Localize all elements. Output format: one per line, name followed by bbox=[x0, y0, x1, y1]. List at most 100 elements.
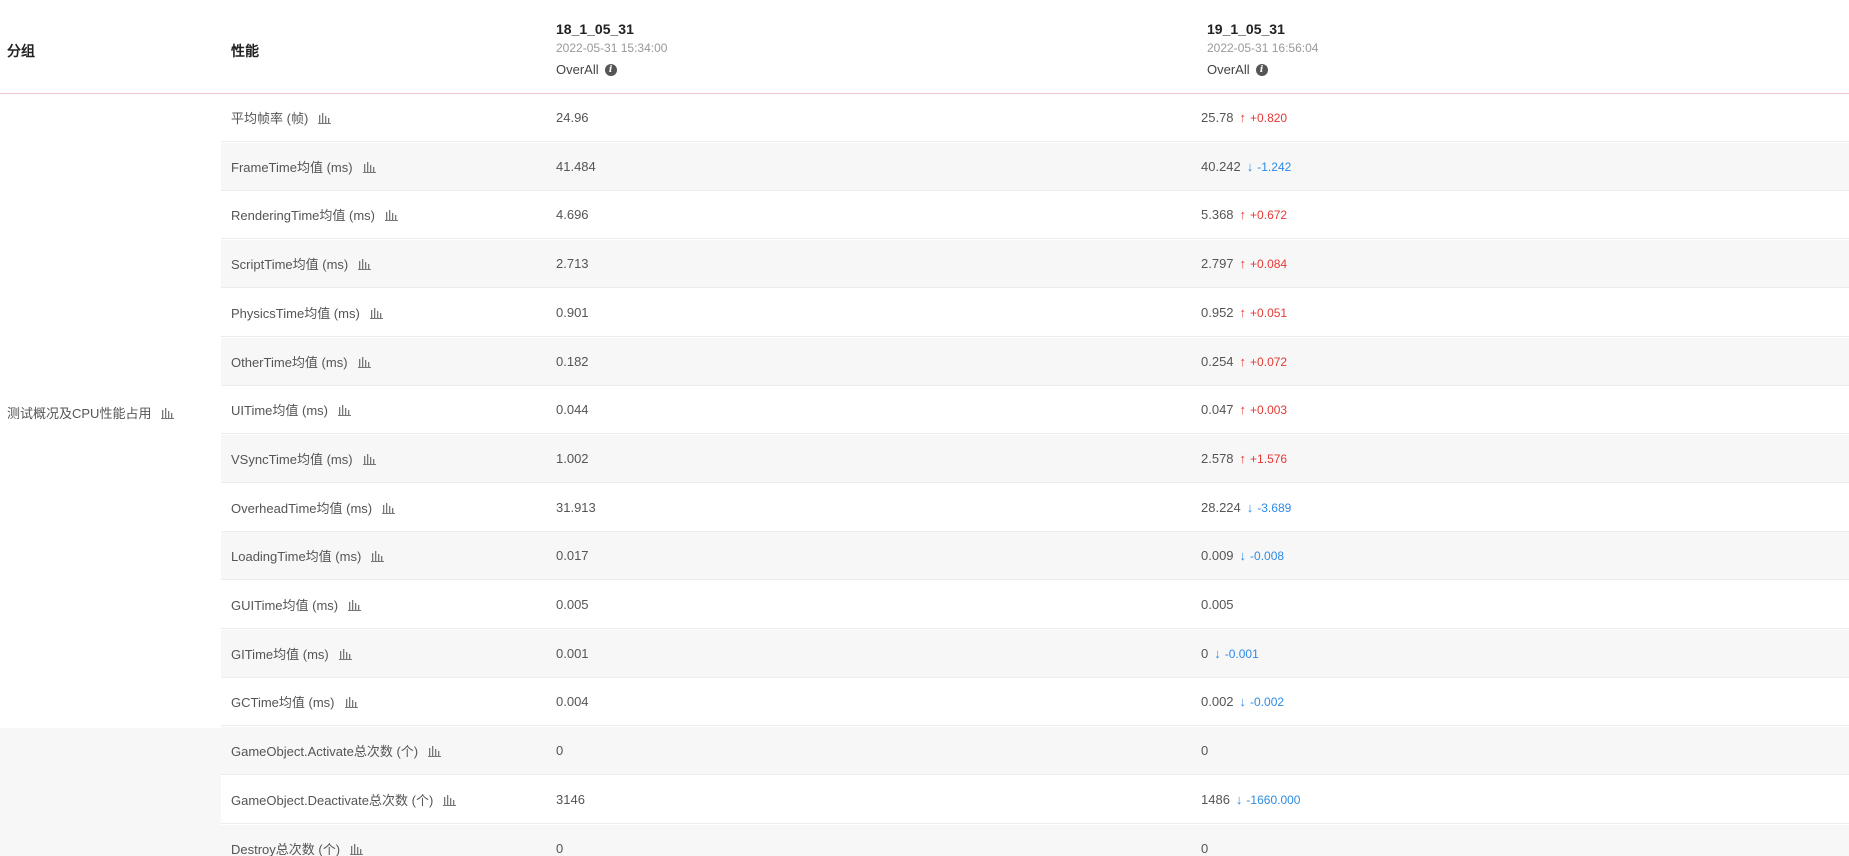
bar-chart-icon[interactable] bbox=[357, 356, 371, 368]
bar-chart-icon[interactable] bbox=[385, 209, 398, 221]
bar-chart-icon[interactable] bbox=[318, 112, 332, 124]
metric-name: GameObject.Deactivate总次数 (个) bbox=[231, 790, 457, 809]
delta-decrease: ↓ -0.008 bbox=[1240, 548, 1285, 563]
run-b-value-text: 0.952 bbox=[1201, 305, 1234, 320]
bar-chart-icon[interactable] bbox=[369, 307, 383, 319]
metric-name: VSyncTime均值 (ms) bbox=[231, 449, 376, 468]
arrow-down-icon: ↓ bbox=[1239, 548, 1247, 563]
delta-value: +0.003 bbox=[1250, 402, 1288, 417]
delta-value: -0.002 bbox=[1250, 694, 1285, 709]
run-b-header: 19_1_05_31 2022-05-31 16:56:04 OverAll i bbox=[1207, 20, 1318, 79]
delta-decrease: ↓ -1660.000 bbox=[1236, 792, 1301, 807]
metric-name: RenderingTime均值 (ms) bbox=[231, 205, 398, 224]
run-b-value: 25.78 ↑ +0.820 bbox=[1201, 110, 1287, 125]
run-b-value-text: 0.254 bbox=[1201, 354, 1234, 369]
table-row: OtherTime均值 (ms) 0.182 0.254 ↑ +0.072 bbox=[221, 338, 1849, 386]
run-a-name: 18_1_05_31 bbox=[556, 21, 634, 37]
run-b-value-text: 1486 bbox=[1201, 792, 1230, 807]
group-cell-gameobject bbox=[0, 728, 221, 856]
metric-name: OverheadTime均值 (ms) bbox=[231, 498, 396, 517]
run-b-value-text: 5.368 bbox=[1201, 207, 1234, 222]
run-b-value: 0 bbox=[1201, 841, 1208, 856]
bar-chart-icon[interactable] bbox=[362, 453, 376, 465]
run-a-value: 0.901 bbox=[556, 305, 589, 320]
bar-chart-icon[interactable] bbox=[350, 843, 364, 855]
group-cell-cpu: 测试概况及CPU性能占用 bbox=[0, 94, 221, 728]
run-b-value: 0.952 ↑ +0.051 bbox=[1201, 305, 1287, 320]
bar-chart-icon[interactable] bbox=[161, 407, 175, 419]
bar-chart-icon[interactable] bbox=[428, 745, 442, 757]
run-b-value: 1486 ↓ -1660.000 bbox=[1201, 792, 1300, 807]
run-b-value: 5.368 ↑ +0.672 bbox=[1201, 207, 1287, 222]
table-row: OverheadTime均值 (ms) 31.913 28.224 ↓ -3.689 bbox=[221, 484, 1849, 532]
table-row: GCTime均值 (ms) 0.004 0.002 ↓ -0.002 bbox=[221, 678, 1849, 726]
metric-label: Destroy总次数 (个) bbox=[231, 842, 341, 856]
run-a-value: 0 bbox=[556, 743, 564, 758]
metric-label: GITime均值 (ms) bbox=[231, 647, 329, 662]
run-b-value: 0 ↓ -0.001 bbox=[1201, 646, 1259, 661]
comparison-table: 分组 性能 18_1_05_31 2022-05-31 15:34:00 Ove… bbox=[0, 0, 1849, 856]
bar-chart-icon[interactable] bbox=[344, 696, 358, 708]
run-b-value: 0.009 ↓ -0.008 bbox=[1201, 548, 1284, 563]
delta-decrease: ↓ -1.242 bbox=[1247, 159, 1292, 174]
arrow-up-icon: ↑ bbox=[1239, 110, 1247, 125]
bar-chart-icon[interactable] bbox=[371, 550, 385, 562]
run-a-value: 1.002 bbox=[556, 451, 589, 466]
run-a-value: 3146 bbox=[556, 792, 585, 807]
delta-value: +0.672 bbox=[1250, 207, 1288, 222]
run-b-name: 19_1_05_31 bbox=[1207, 21, 1285, 37]
delta-decrease: ↓ -0.001 bbox=[1214, 646, 1259, 661]
group-label-cpu: 测试概况及CPU性能占用 bbox=[7, 403, 175, 422]
arrow-down-icon: ↓ bbox=[1239, 694, 1247, 709]
info-icon[interactable]: i bbox=[1255, 64, 1268, 76]
metric-name: GUITime均值 (ms) bbox=[231, 595, 362, 614]
run-b-value: 0.002 ↓ -0.002 bbox=[1201, 694, 1284, 709]
bar-chart-icon[interactable] bbox=[382, 502, 396, 514]
run-a-value: 0.044 bbox=[556, 402, 589, 417]
bar-chart-icon[interactable] bbox=[338, 404, 352, 416]
table-row: GameObject.Activate总次数 (个) 0 0 bbox=[221, 727, 1849, 775]
metric-name: OtherTime均值 (ms) bbox=[231, 352, 371, 371]
table-row: RenderingTime均值 (ms) 4.696 5.368 ↑ +0.672 bbox=[221, 191, 1849, 239]
run-b-value: 0.254 ↑ +0.072 bbox=[1201, 354, 1287, 369]
metric-label: OverheadTime均值 (ms) bbox=[231, 501, 373, 516]
metric-label: UITime均值 (ms) bbox=[231, 403, 329, 418]
bar-chart-icon[interactable] bbox=[362, 161, 376, 173]
bar-chart-icon[interactable] bbox=[358, 258, 372, 270]
metric-label: OtherTime均值 (ms) bbox=[231, 355, 348, 370]
run-b-value-text: 2.578 bbox=[1201, 451, 1234, 466]
metric-name: PhysicsTime均值 (ms) bbox=[231, 303, 383, 322]
metric-name: FrameTime均值 (ms) bbox=[231, 157, 376, 176]
table-row: 平均帧率 (帧) 24.96 25.78 ↑ +0.820 bbox=[221, 94, 1849, 142]
metric-column-header: 性能 bbox=[231, 43, 259, 59]
delta-value: -0.008 bbox=[1250, 548, 1285, 563]
metric-name: ScriptTime均值 (ms) bbox=[231, 254, 372, 273]
run-a-overall: OverAll i bbox=[556, 61, 667, 79]
metric-name: GITime均值 (ms) bbox=[231, 644, 352, 663]
table-row: GUITime均值 (ms) 0.005 0.005 bbox=[221, 581, 1849, 629]
metric-label: LoadingTime均值 (ms) bbox=[231, 549, 362, 564]
run-a-time: 2022-05-31 15:34:00 bbox=[556, 41, 668, 55]
table-row: ScriptTime均值 (ms) 2.713 2.797 ↑ +0.084 bbox=[221, 240, 1849, 288]
delta-increase: ↑ +0.820 bbox=[1240, 110, 1288, 125]
delta-value: +0.084 bbox=[1250, 256, 1288, 271]
run-a-value: 24.96 bbox=[556, 110, 589, 125]
bar-chart-icon[interactable] bbox=[443, 794, 457, 806]
delta-increase: ↑ +0.051 bbox=[1240, 305, 1288, 320]
run-b-value: 0.047 ↑ +0.003 bbox=[1201, 402, 1287, 417]
info-icon[interactable]: i bbox=[604, 64, 617, 76]
table-row: LoadingTime均值 (ms) 0.017 0.009 ↓ -0.008 bbox=[221, 532, 1849, 580]
arrow-up-icon: ↑ bbox=[1239, 354, 1247, 369]
table-row: GITime均值 (ms) 0.001 0 ↓ -0.001 bbox=[221, 630, 1849, 678]
metric-name: GameObject.Activate总次数 (个) bbox=[231, 741, 442, 760]
delta-increase: ↑ +1.576 bbox=[1240, 451, 1288, 466]
run-b-value: 40.242 ↓ -1.242 bbox=[1201, 159, 1291, 174]
arrow-down-icon: ↓ bbox=[1246, 500, 1254, 515]
table-row: Destroy总次数 (个) 0 0 bbox=[221, 825, 1849, 856]
bar-chart-icon[interactable] bbox=[338, 648, 352, 660]
bar-chart-icon[interactable] bbox=[348, 599, 362, 611]
table-row: UITime均值 (ms) 0.044 0.047 ↑ +0.003 bbox=[221, 386, 1849, 434]
metric-label: GUITime均值 (ms) bbox=[231, 598, 339, 613]
run-b-value-text: 0.047 bbox=[1201, 402, 1234, 417]
run-a-value: 0.001 bbox=[556, 646, 589, 661]
